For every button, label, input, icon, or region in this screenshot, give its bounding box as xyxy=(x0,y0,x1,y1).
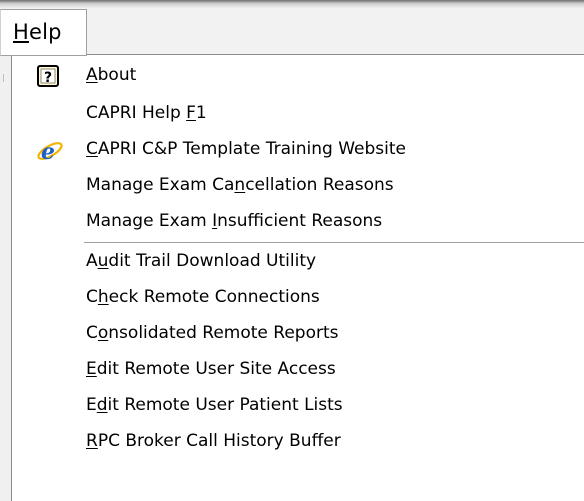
menu-separator xyxy=(84,242,584,244)
menu-item-consolidated-remote-reports[interactable]: Consolidated Remote Reports xyxy=(12,317,584,353)
menu-item-template-training-website[interactable]: e CAPRI C&P Template Training Website xyxy=(12,133,584,169)
menu-item-audit-trail[interactable]: Audit Trail Download Utility xyxy=(12,245,584,281)
menu-item-label: Edit Remote User Site Access xyxy=(86,359,336,379)
menu-item-check-remote-connections[interactable]: Check Remote Connections xyxy=(12,281,584,317)
menu-item-edit-patient-lists[interactable]: Edit Remote User Patient Lists xyxy=(12,389,584,425)
menu-item-rpc-broker-history[interactable]: RPC Broker Call History Buffer xyxy=(12,425,584,461)
internet-explorer-icon: e xyxy=(34,136,64,166)
menu-item-cancellation-reasons[interactable]: Manage Exam Cancellation Reasons xyxy=(12,169,584,205)
screen: Help ? About CAPRI Help F1 e CAPRI C&P T… xyxy=(0,0,584,501)
window-top-edge xyxy=(0,0,584,9)
menu-item-label: CAPRI C&P Template Training Website xyxy=(86,139,406,159)
help-question-icon: ? xyxy=(34,62,64,92)
menu-item-about[interactable]: ? About xyxy=(12,59,584,95)
menu-item-label: About xyxy=(86,65,137,85)
menu-help-rest: elp xyxy=(29,20,62,44)
internet-explorer-icon-graphic: e xyxy=(37,139,63,165)
menu-bar xyxy=(0,9,584,55)
menu-item-label: Audit Trail Download Utility xyxy=(86,251,317,271)
help-dropdown-menu: ? About CAPRI Help F1 e CAPRI C&P Templa… xyxy=(11,54,584,501)
menu-help-label: Help xyxy=(13,20,62,44)
menu-help-mnemonic: H xyxy=(13,20,29,44)
menu-item-edit-site-access[interactable]: Edit Remote User Site Access xyxy=(12,353,584,389)
menu-help[interactable]: Help xyxy=(0,9,87,56)
menu-item-label: Consolidated Remote Reports xyxy=(86,323,339,343)
menu-item-capri-help[interactable]: CAPRI Help F1 xyxy=(12,97,584,133)
menu-item-label: RPC Broker Call History Buffer xyxy=(86,431,341,451)
svg-text:e: e xyxy=(41,139,55,165)
menu-item-label: Manage Exam Insufficient Reasons xyxy=(86,211,383,231)
svg-text:?: ? xyxy=(44,70,52,86)
menu-item-label: Edit Remote User Patient Lists xyxy=(86,395,343,415)
menu-item-label: Check Remote Connections xyxy=(86,287,320,307)
menu-item-label: CAPRI Help F1 xyxy=(86,103,207,123)
help-question-icon-graphic: ? xyxy=(37,65,59,87)
menu-item-insufficient-reasons[interactable]: Manage Exam Insufficient Reasons xyxy=(12,205,584,241)
menu-item-label: Manage Exam Cancellation Reasons xyxy=(86,175,394,195)
